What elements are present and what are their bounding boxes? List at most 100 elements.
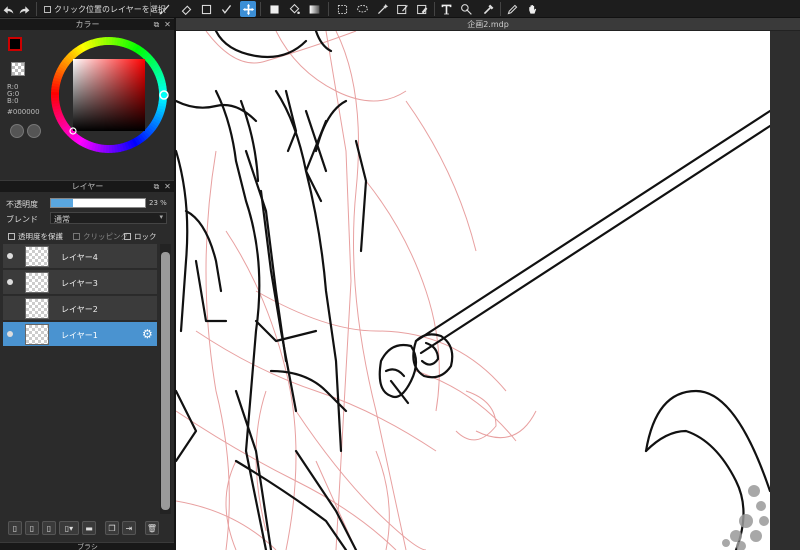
redo-icon[interactable]: [16, 1, 32, 17]
layer-row[interactable]: レイヤー2: [3, 296, 157, 321]
new-folder-button[interactable]: ▬: [82, 521, 96, 535]
copy-icon: ❐: [108, 523, 116, 533]
new-halftone-layer-button[interactable]: ▯▾: [59, 521, 79, 535]
toolbar-separator: [434, 2, 435, 16]
color-panel: R:0 G:0 B:0 #000000: [0, 31, 175, 179]
duplicate-layer-button[interactable]: ❐: [105, 521, 119, 535]
layer-thumbnail: [25, 272, 49, 293]
fill-color-tool-icon[interactable]: [266, 1, 282, 17]
merge-icon: ⇥: [125, 523, 133, 533]
layer-name: レイヤー3: [61, 279, 98, 288]
select-eraser-tool-icon[interactable]: [414, 1, 430, 17]
blend-mode-value: 通常: [54, 215, 70, 224]
lock-label: ロック: [134, 232, 157, 241]
color-panel-title: カラー: [75, 20, 100, 29]
layer-row[interactable]: レイヤー4: [3, 244, 157, 269]
detach-icon[interactable]: ⧉: [152, 20, 161, 29]
select-pen-tool-icon[interactable]: [394, 1, 410, 17]
bucket-tool-icon[interactable]: [286, 1, 302, 17]
eraser-tool-icon[interactable]: [178, 1, 194, 17]
layer-panel-title: レイヤー: [71, 182, 104, 191]
eyedropper-tool-icon[interactable]: [480, 1, 496, 17]
gradient-tool-icon[interactable]: [306, 1, 322, 17]
hex-readout: #000000: [7, 108, 40, 116]
shading-texture: [722, 485, 769, 550]
scrollbar-thumb[interactable]: [161, 252, 170, 510]
delete-layer-button[interactable]: 🗑: [145, 521, 159, 535]
toolbar-separator: [260, 2, 261, 16]
page-dropdown-icon: ▯▾: [64, 523, 74, 533]
clipping-checkbox[interactable]: クリッピング: [73, 231, 128, 242]
brush-panel-header: ブラシ: [0, 542, 175, 550]
toolbar-separator: [36, 2, 37, 16]
chevron-down-icon: ▾: [159, 213, 163, 221]
lock-box[interactable]: [124, 233, 131, 240]
pen-tool-icon[interactable]: [504, 1, 520, 17]
artwork: [176, 31, 770, 550]
select-rect-tool-icon[interactable]: [198, 1, 214, 17]
lock-checkbox[interactable]: ロック: [124, 231, 157, 242]
lasso-tool-icon[interactable]: [354, 1, 370, 17]
marquee-tool-icon[interactable]: [334, 1, 350, 17]
foreground-color-swatch[interactable]: [8, 37, 22, 51]
hand-tool-icon[interactable]: [524, 1, 540, 17]
undo-icon[interactable]: [0, 1, 16, 17]
opacity-slider[interactable]: [50, 198, 146, 208]
close-icon[interactable]: ✕: [163, 20, 172, 29]
magic-wand-tool-icon[interactable]: [374, 1, 390, 17]
page-icon: ▯: [29, 523, 35, 533]
operation-tool-icon[interactable]: [458, 1, 474, 17]
blend-mode-select[interactable]: 通常 ▾: [50, 212, 167, 224]
text-tool-icon[interactable]: [438, 1, 454, 17]
toolbar-separator: [500, 2, 501, 16]
toolbar-separator: [328, 2, 329, 16]
color-wheel[interactable]: [48, 34, 170, 156]
hue-ring-segment: [51, 94, 60, 99]
layer-name: レイヤー4: [61, 253, 98, 262]
protect-alpha-box[interactable]: [8, 233, 15, 240]
visibility-eye-icon[interactable]: [7, 331, 13, 337]
protect-alpha-label: 透明度を保護: [18, 232, 63, 241]
clipping-box[interactable]: [73, 233, 80, 240]
color-palette-icon[interactable]: [10, 124, 24, 138]
visibility-eye-icon[interactable]: [7, 253, 13, 259]
layer-list: レイヤー4 レイヤー3 レイヤー2 レイヤー1 ⚙: [0, 244, 160, 534]
new-layer-button[interactable]: ▯: [8, 521, 22, 535]
layer-panel: 不透明度 23 % ブレンド 通常 ▾ 透明度を保護 クリッピング ロック レイ…: [0, 192, 175, 542]
merge-down-button[interactable]: ⇥: [122, 521, 136, 535]
close-icon[interactable]: ✕: [163, 182, 172, 191]
drawing-canvas[interactable]: [176, 31, 770, 550]
layer-name: レイヤー2: [61, 305, 98, 314]
gear-icon[interactable]: ⚙: [142, 327, 153, 341]
visibility-eye-icon[interactable]: [7, 279, 13, 285]
new-layer-1bit-button[interactable]: ▯: [42, 521, 56, 535]
opacity-slider-fill: [51, 199, 73, 207]
new-layer-8bit-button[interactable]: ▯: [25, 521, 39, 535]
lineart-layer: [176, 31, 770, 550]
layer-row-selected[interactable]: レイヤー1 ⚙: [3, 322, 157, 347]
folder-icon: ▬: [85, 523, 93, 533]
blend-label: ブレンド: [6, 215, 38, 224]
background-color-swatch[interactable]: [11, 62, 25, 76]
layer-list-scrollbar[interactable]: [160, 244, 171, 514]
hue-ring-segment: [108, 144, 113, 153]
protect-alpha-checkbox[interactable]: 透明度を保護: [8, 231, 63, 242]
top-toolbar: クリック位置のレイヤーを選択: [0, 0, 800, 18]
auto-select-checkbox-box[interactable]: [44, 5, 51, 13]
document-tab[interactable]: 企画2.mdp: [176, 18, 800, 31]
detach-icon[interactable]: ⧉: [152, 182, 161, 191]
rgb-b-readout: B:0: [7, 97, 19, 105]
layer-row[interactable]: レイヤー3: [3, 270, 157, 295]
move-tool-icon[interactable]: [240, 1, 256, 17]
auto-select-layer-checkbox[interactable]: クリック位置のレイヤーを選択: [44, 3, 166, 15]
brush-tool-icon[interactable]: [156, 1, 172, 17]
canvas-outer-area: [770, 31, 800, 550]
opacity-label: 不透明度: [6, 200, 38, 209]
layer-panel-header: レイヤー ⧉ ✕: [0, 180, 175, 192]
color-history-icon[interactable]: [27, 124, 41, 138]
check-tool-icon[interactable]: [218, 1, 234, 17]
auto-select-label: クリック位置のレイヤーを選択: [54, 4, 166, 14]
hue-ring-segment: [105, 37, 110, 46]
page-icon: ▯: [12, 523, 18, 533]
layer-thumbnail: [25, 324, 49, 345]
